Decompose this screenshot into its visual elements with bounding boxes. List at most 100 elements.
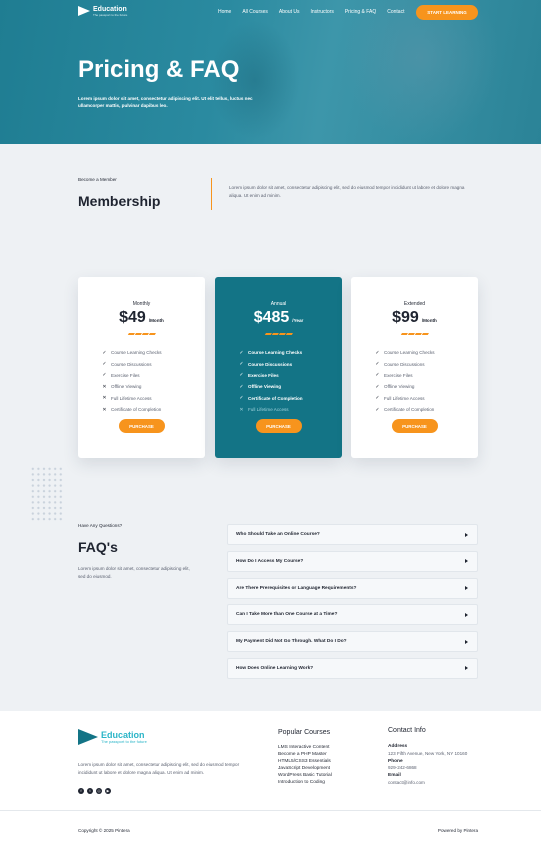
contact-info: Address 123 Fifth Avenue, New York, NY 1… <box>388 744 467 788</box>
plan-price: $485 <box>253 309 290 326</box>
feature-item: ✓ Offline Viewing <box>239 381 303 392</box>
plan-features: ✓ Course Learning Checks ✓ Course Discussi… <box>375 347 435 415</box>
purchase-button-annual[interactable]: PURCHASE <box>255 419 302 433</box>
price-underline-decoration <box>127 333 156 335</box>
cross-icon: ✕ <box>239 406 244 413</box>
check-icon: ✓ <box>239 395 244 402</box>
plan-price: $49 <box>119 309 146 326</box>
plan-features: ✓ Course Learning Checks ✓ Course Discussi… <box>102 347 162 415</box>
check-icon: ✓ <box>239 383 244 390</box>
membership-divider <box>211 178 212 210</box>
feature-label: Exercise Files <box>384 372 413 378</box>
twitter-icon[interactable]: t <box>87 788 93 794</box>
logo-tagline: The passport to the future <box>93 13 128 17</box>
check-icon: ✓ <box>375 361 380 368</box>
faq-item[interactable]: Are There Prerequisites or Language Requ… <box>227 577 478 599</box>
feature-item: ✓ Full Lifetime Access <box>375 393 435 404</box>
phone-value[interactable]: 929-242-6868 <box>388 765 467 772</box>
plan-price: $99 <box>392 309 419 326</box>
feature-label: Course Learning Checks <box>248 350 303 356</box>
check-icon: ✓ <box>102 372 107 379</box>
feature-label: Exercise Files <box>111 372 140 378</box>
faq-item[interactable]: How Do I Access My Course? <box>227 550 478 572</box>
caret-right-icon <box>465 532 468 537</box>
feature-item: ✓ Certificate of Completion <box>239 393 302 404</box>
email-value[interactable]: contact@info.com <box>388 780 467 787</box>
feature-label: Full Lifetime Access <box>384 395 425 401</box>
faq-item[interactable]: Can I Take More than One Course at a Tim… <box>227 604 478 626</box>
footer-logo-tagline: The passport to the future <box>101 738 147 744</box>
cross-icon: ✕ <box>102 395 107 402</box>
feature-label: Course Discussions <box>248 361 293 367</box>
page-title: Pricing & FAQ <box>78 56 240 83</box>
feature-item: ✕ Certificate of Completion <box>102 404 162 415</box>
nav-link-about-us[interactable]: About Us <box>279 9 300 15</box>
faq-question: How Does Online Learning Work? <box>236 665 314 671</box>
feature-item: ✕ Offline Viewing <box>102 381 162 392</box>
feature-label: Exercise Files <box>248 372 279 378</box>
caret-right-icon <box>465 639 468 644</box>
feature-label: Course Learning Checks <box>111 350 162 356</box>
membership-eyebrow: Become a Member <box>78 177 117 182</box>
footer-logo[interactable]: Education The passport to the future <box>78 729 147 745</box>
feature-label: Course Learning Checks <box>384 350 435 356</box>
hero-banner: Education The passport to the future Hom… <box>0 0 541 144</box>
course-link[interactable]: Become a PHP Master <box>278 752 332 759</box>
powered-by-text: Powered by Pintera <box>437 828 478 833</box>
course-link[interactable]: WordPress Basic Tutorial <box>278 773 332 780</box>
feature-item: ✓ Course Discussions <box>102 358 162 369</box>
course-link[interactable]: Introduction to Coding <box>278 780 332 787</box>
check-icon: ✓ <box>375 372 380 379</box>
feature-label: Certificate of Completion <box>111 407 162 413</box>
faq-item[interactable]: My Payment Did Not Go Through. What Do I… <box>227 631 478 653</box>
feature-label: Offline Viewing <box>248 384 282 390</box>
feature-label: Full Lifetime Access <box>111 395 152 401</box>
popular-courses-list: LMS Interactive Content Become a PHP Mas… <box>278 745 332 786</box>
nav-link-instructors[interactable]: Instructors <box>311 9 334 15</box>
address-value: 123 Fifth Avenue, New York, NY 10160 <box>388 750 468 756</box>
main-nav: Home All Courses About Us Instructors Pr… <box>218 9 404 15</box>
facebook-icon[interactable]: f <box>78 788 84 794</box>
nav-link-home[interactable]: Home <box>218 9 231 15</box>
feature-item: ✓ Exercise Files <box>239 370 303 381</box>
start-learning-button[interactable]: START LEARNING <box>416 5 478 20</box>
youtube-icon[interactable]: ▶ <box>105 788 111 794</box>
purchase-button-monthly[interactable]: PURCHASE <box>118 419 165 433</box>
feature-item: ✓ Course Learning Checks <box>102 347 162 358</box>
course-link[interactable]: LMS Interactive Content <box>278 745 332 752</box>
faq-item[interactable]: How Does Online Learning Work? <box>227 657 478 679</box>
hero-subtitle: Lorem ipsum dolor sit amet, consectetur … <box>78 96 253 108</box>
contact-info-title: Contact Info <box>388 727 426 734</box>
feature-item: ✓ Course Learning Checks <box>239 347 303 358</box>
course-link[interactable]: HTML5/CSS3 Essentials <box>278 759 332 766</box>
faq-accordion: Who Should Take an Online Course? How Do… <box>227 524 478 685</box>
nav-link-contact[interactable]: Contact <box>387 9 404 15</box>
dribbble-icon[interactable]: ◎ <box>96 788 102 794</box>
faq-item[interactable]: Who Should Take an Online Course? <box>227 524 478 545</box>
logo-icon <box>78 729 98 745</box>
feature-item: ✓ Offline Viewing <box>375 381 435 392</box>
feature-item: ✓ Course Learning Checks <box>375 347 435 358</box>
faq-question: Who Should Take an Online Course? <box>236 532 320 537</box>
faq-question: How Do I Access My Course? <box>236 558 304 564</box>
pricing-card-extended: Extended $99 /Month ✓ Course Learning Che… <box>351 277 478 458</box>
feature-label: Course Discussions <box>384 361 425 367</box>
faq-question: Are There Prerequisites or Language Requ… <box>236 585 357 591</box>
feature-item: ✓ Course Discussions <box>375 358 435 369</box>
course-link[interactable]: JavaScript Development <box>278 766 332 773</box>
purchase-button-extended[interactable]: PURCHASE <box>391 419 438 433</box>
site-logo[interactable]: Education The passport to the future <box>78 6 127 17</box>
nav-link-all-courses[interactable]: All Courses <box>242 9 268 15</box>
check-icon: ✓ <box>375 383 380 390</box>
plan-name: Annual <box>270 301 287 307</box>
faq-eyebrow: Have Any Questions? <box>78 523 123 528</box>
plan-features: ✓ Course Learning Checks ✓ Course Discussi… <box>239 347 303 415</box>
nav-link-pricing-faq[interactable]: Pricing & FAQ <box>345 9 376 15</box>
dot-pattern-decoration <box>30 466 64 522</box>
site-footer: Education The passport to the future Lor… <box>0 711 541 855</box>
price-underline-decoration <box>400 333 429 335</box>
feature-item: ✓ Exercise Files <box>102 370 162 381</box>
feature-label: Full Lifetime Access <box>248 407 289 413</box>
check-icon: ✓ <box>375 395 380 402</box>
copyright-text: Copyright © 2025 Pintera <box>78 828 130 833</box>
